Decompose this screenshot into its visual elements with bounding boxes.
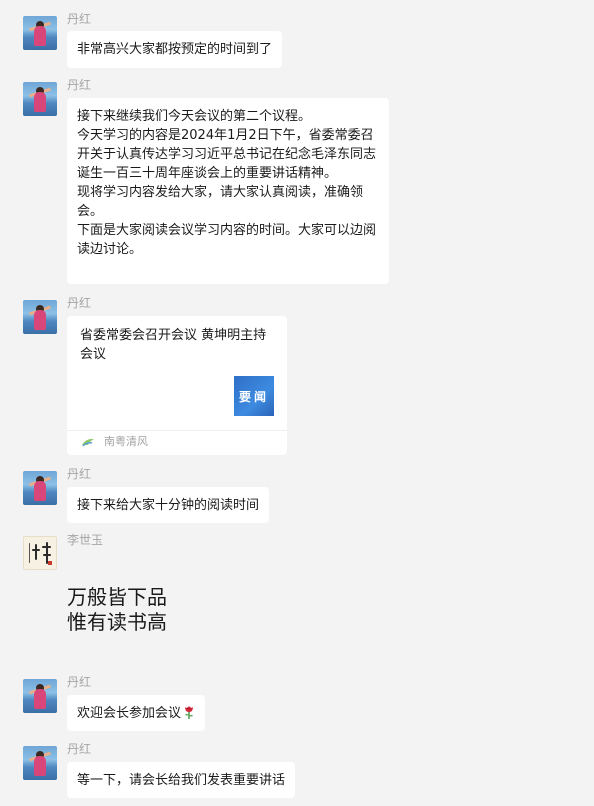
article-card[interactable]: 省委常委会召开会议 黄坤明主持会议 要闻 南粤清风 (67, 316, 287, 455)
avatar[interactable] (23, 82, 57, 116)
sender-name: 丹红 (67, 742, 92, 756)
message-line: 今天学习的内容是2024年1月2日下午，省委常委召开关于认真传达学习习近平总书记… (77, 128, 377, 181)
avatar[interactable] (23, 471, 57, 505)
message-bubble[interactable]: 接下来继续我们今天会议的第二个议程。 今天学习的内容是2024年1月2日下午，省… (67, 98, 389, 284)
sender-name: 丹红 (67, 467, 92, 481)
sender-name: 丹红 (67, 78, 92, 92)
message-bubble[interactable]: 欢迎会长参加会议 (67, 695, 206, 731)
message-text: 非常高兴大家都按预定的时间到了 (77, 42, 273, 57)
sender-name: 丹红 (67, 12, 92, 26)
message-text: 欢迎会长参加会议 (77, 706, 182, 721)
message-text: 等一下，请会长给我们发表重要讲话 (77, 773, 286, 788)
article-source: 南粤清风 (104, 435, 148, 448)
message-line[interactable]: 万般皆下品 (67, 585, 167, 610)
avatar[interactable] (23, 679, 57, 713)
message-bubble[interactable]: 等一下，请会长给我们发表重要讲话 (67, 762, 296, 798)
message-line: 现将学习内容发给大家，请大家认真阅读，准确领会。 (77, 185, 364, 219)
rose-icon (185, 706, 194, 719)
message-line[interactable]: 惟有读书高 (67, 610, 167, 635)
card-divider (67, 430, 287, 431)
avatar[interactable] (23, 300, 57, 334)
message-bubble[interactable]: 非常高兴大家都按预定的时间到了 (67, 31, 283, 68)
sender-name: 丹红 (67, 296, 92, 310)
avatar[interactable] (23, 746, 57, 780)
sender-name: 李世玉 (67, 533, 104, 547)
chat-history: 丹红 非常高兴大家都按预定的时间到了 丹红 接下来继续我们今天会议的第二个议程。… (0, 0, 594, 806)
message-line: 接下来继续我们今天会议的第二个议程。 (77, 109, 312, 124)
article-thumbnail: 要闻 (234, 376, 274, 416)
article-title: 省委常委会召开会议 黄坤明主持会议 (80, 328, 267, 362)
avatar[interactable] (23, 16, 57, 50)
message-text: 接下来给大家十分钟的阅读时间 (77, 498, 260, 513)
miniprogram-icon (82, 438, 94, 447)
avatar[interactable] (23, 536, 57, 570)
message-line: 下面是大家阅读会议学习内容的时间。大家可以边阅读边讨论。 (77, 223, 377, 257)
message-bubble[interactable]: 接下来给大家十分钟的阅读时间 (67, 487, 270, 523)
sender-name: 丹红 (67, 675, 92, 689)
